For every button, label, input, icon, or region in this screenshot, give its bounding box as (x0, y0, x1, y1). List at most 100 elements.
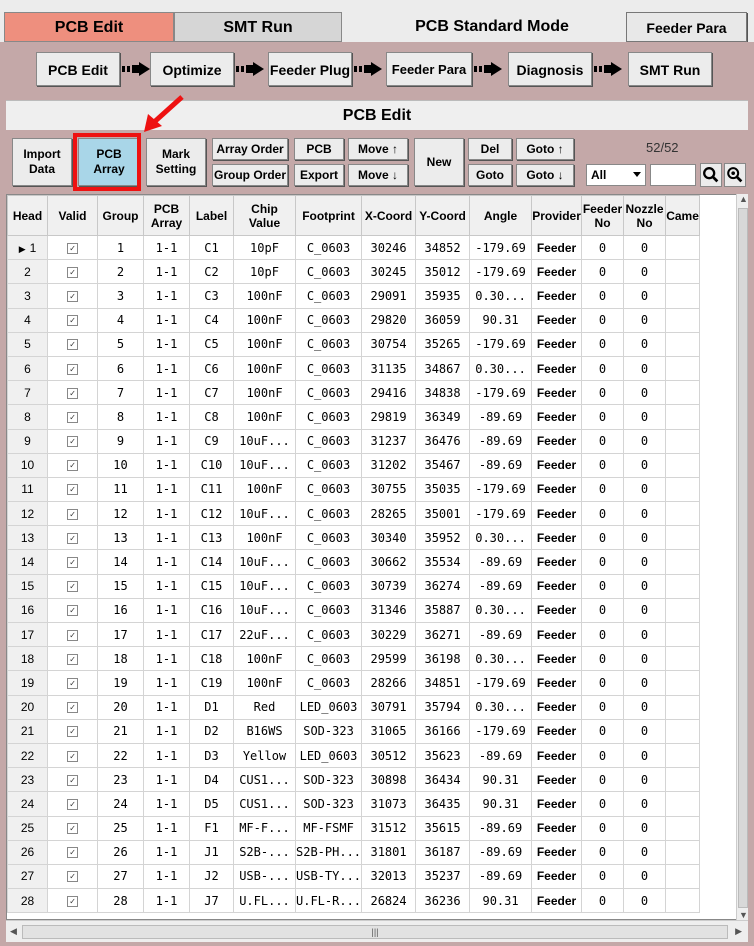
row-head-cell[interactable]: 20 (7, 694, 48, 720)
chip-value-cell[interactable]: 22uF... (233, 621, 296, 648)
group-cell[interactable]: 10 (97, 452, 144, 478)
y-coord-cell[interactable]: 35935 (415, 283, 471, 309)
label-cell[interactable]: C15 (189, 573, 234, 599)
group-cell[interactable]: 2 (97, 259, 144, 285)
label-cell[interactable]: C4 (189, 307, 234, 333)
x-coord-cell[interactable]: 26824 (361, 888, 417, 914)
col-group[interactable]: Group (97, 195, 144, 236)
row-head-cell[interactable]: 10 (7, 452, 48, 478)
feeder-no-cell[interactable]: 0 (581, 742, 625, 769)
group-cell[interactable]: 8 (97, 404, 144, 430)
row-head-cell[interactable]: 4 (7, 307, 48, 333)
flow-smt-run-button[interactable]: SMT Run (628, 52, 712, 86)
camera-cell[interactable] (665, 501, 701, 527)
pcb-array-cell[interactable]: 1-1 (143, 718, 190, 744)
pcb-array-cell[interactable]: 1-1 (143, 791, 190, 817)
table-row[interactable]: 13 ✓ 13 1-1 C13 100nF C_0603 30340 35952 0.30... F… (7, 525, 701, 551)
camera-cell[interactable] (665, 646, 701, 672)
row-head-cell[interactable]: 6 (7, 355, 48, 382)
col-valid[interactable]: Valid (47, 195, 98, 236)
group-cell[interactable]: 4 (97, 307, 144, 333)
table-row[interactable]: 19 ✓ 19 1-1 C19 100nF C_0603 28266 34851 -179.69 F… (7, 670, 701, 696)
label-cell[interactable]: C11 (189, 476, 234, 503)
nozzle-no-cell[interactable]: 0 (623, 525, 667, 551)
feeder-no-cell[interactable]: 0 (581, 573, 625, 599)
pcb-array-cell[interactable]: 1-1 (143, 742, 190, 769)
camera-cell[interactable] (665, 307, 701, 333)
nozzle-no-cell[interactable]: 0 (623, 597, 667, 624)
group-cell[interactable]: 7 (97, 380, 144, 406)
feeder-no-cell[interactable]: 0 (581, 355, 625, 382)
angle-cell[interactable]: -89.69 (469, 428, 533, 454)
group-cell[interactable]: 26 (97, 839, 144, 865)
group-cell[interactable]: 14 (97, 549, 144, 575)
valid-checkbox[interactable]: ✓ (67, 629, 78, 641)
x-coord-cell[interactable]: 29599 (361, 646, 417, 672)
group-cell[interactable]: 15 (97, 573, 144, 599)
horizontal-scroll-thumb[interactable]: ||| (22, 925, 728, 939)
table-row[interactable]: 4 ✓ 4 1-1 C4 100nF C_0603 29820 36059 90.31 Feeder… (7, 307, 701, 333)
nozzle-no-cell[interactable]: 0 (623, 452, 667, 478)
tab-pcb-edit[interactable]: PCB Edit (4, 12, 174, 42)
nozzle-no-cell[interactable]: 0 (623, 307, 667, 333)
group-cell[interactable]: 12 (97, 501, 144, 527)
camera-cell[interactable] (665, 452, 701, 478)
flow-feeder-plug-button[interactable]: Feeder Plug (268, 52, 352, 86)
pcb-array-cell[interactable]: 1-1 (143, 815, 190, 841)
label-cell[interactable]: C1 (189, 234, 234, 261)
pcb-array-cell[interactable]: 1-1 (143, 404, 190, 430)
y-coord-cell[interactable]: 35467 (415, 452, 471, 478)
pcb-array-cell[interactable]: 1-1 (143, 646, 190, 672)
label-cell[interactable]: C10 (189, 452, 234, 478)
pcb-array-cell[interactable]: 1-1 (143, 621, 190, 648)
label-cell[interactable]: J7 (189, 888, 234, 914)
valid-checkbox[interactable]: ✓ (67, 726, 78, 738)
valid-checkbox[interactable]: ✓ (67, 702, 78, 714)
goto-down-button[interactable]: Goto ↓ (516, 164, 574, 186)
row-head-cell[interactable]: 12 (7, 501, 48, 527)
valid-checkbox[interactable]: ✓ (67, 339, 78, 351)
row-head-cell[interactable]: 15 (7, 573, 48, 599)
x-coord-cell[interactable]: 29091 (361, 283, 417, 309)
valid-checkbox[interactable]: ✓ (67, 315, 78, 327)
vertical-scroll-thumb[interactable] (738, 208, 748, 908)
valid-checkbox[interactable]: ✓ (67, 823, 78, 835)
label-cell[interactable]: F1 (189, 815, 234, 841)
footprint-cell[interactable]: LED_0603 (294, 694, 363, 720)
row-head-cell[interactable]: 8 (7, 404, 48, 430)
nozzle-no-cell[interactable]: 0 (623, 573, 667, 599)
export-button[interactable]: Export (294, 164, 344, 186)
provider-cell[interactable]: Feeder (531, 863, 583, 890)
valid-checkbox[interactable]: ✓ (67, 436, 78, 448)
camera-cell[interactable] (665, 573, 701, 599)
feeder-no-cell[interactable]: 0 (581, 597, 625, 624)
camera-cell[interactable] (665, 815, 701, 841)
x-coord-cell[interactable]: 29820 (361, 307, 417, 333)
footprint-cell[interactable]: U.FL-R... (294, 888, 363, 914)
group-cell[interactable]: 13 (97, 525, 144, 551)
label-cell[interactable]: C17 (189, 621, 234, 648)
feeder-no-cell[interactable]: 0 (581, 767, 625, 793)
label-cell[interactable]: C12 (189, 501, 234, 527)
angle-cell[interactable]: 0.30... (469, 694, 533, 720)
provider-cell[interactable]: Feeder (531, 694, 583, 720)
chip-value-cell[interactable]: 10pF (233, 259, 296, 285)
group-cell[interactable]: 16 (97, 597, 144, 624)
group-cell[interactable]: 24 (97, 791, 144, 817)
pcb-array-cell[interactable]: 1-1 (143, 331, 190, 357)
nozzle-no-cell[interactable]: 0 (623, 355, 667, 382)
row-head-cell[interactable]: 18 (7, 646, 48, 672)
angle-cell[interactable]: -179.69 (469, 476, 533, 503)
provider-cell[interactable]: Feeder (531, 621, 583, 648)
array-order-button[interactable]: Array Order (212, 138, 288, 160)
feeder-no-cell[interactable]: 0 (581, 694, 625, 720)
pcb-array-cell[interactable]: 1-1 (143, 355, 190, 382)
label-cell[interactable]: C9 (189, 428, 234, 454)
angle-cell[interactable]: 90.31 (469, 307, 533, 333)
pcb-array-cell[interactable]: 1-1 (143, 380, 190, 406)
flow-pcb-edit-button[interactable]: PCB Edit (36, 52, 120, 86)
provider-cell[interactable]: Feeder (531, 452, 583, 478)
table-row[interactable]: 27 ✓ 27 1-1 J2 USB-... USB-TY... 32013 35237 -89.… (7, 863, 701, 890)
feeder-no-cell[interactable]: 0 (581, 452, 625, 478)
table-row[interactable]: 3 ✓ 3 1-1 C3 100nF C_0603 29091 35935 0.30... Feed… (7, 283, 701, 309)
